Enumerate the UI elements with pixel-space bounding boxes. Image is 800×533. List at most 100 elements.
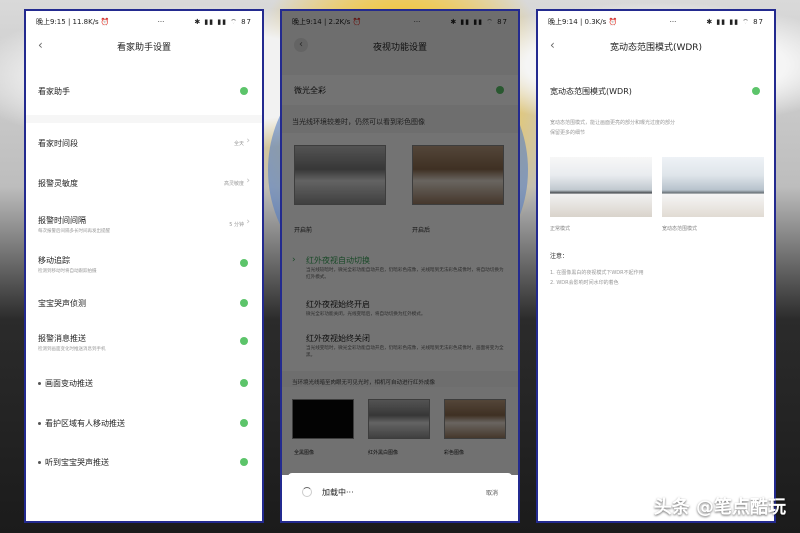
- bullet-dot: [38, 421, 41, 425]
- phone-screen-night-vision: 晚上9:14 | 2.2K/s ⏰ ··· ✱ ▮▮ ▮▮ ⌔ 87 ‹ 夜视功…: [280, 9, 520, 523]
- before-label: 开启前: [294, 227, 313, 234]
- normal-mode-label: 正常模式: [550, 226, 571, 232]
- toggle-on[interactable]: [752, 87, 760, 95]
- ir-options-section: › 红外夜视自动切换 当光线较暗时，微光全彩功能自动开启，仍暗彩色成像，光线暗到…: [282, 243, 518, 371]
- setting-label: 宝宝哭声侦测: [38, 298, 86, 308]
- setting-row-alarm-interval[interactable]: 报警时间间隔 每次报警后间隔多长时间再发出提醒 5 分钟 ›: [26, 211, 262, 237]
- wdr-desc-line1: 宽动态范围模式，能让画面更亮的部分和曝光过度的部分: [550, 120, 676, 126]
- setting-row-motion-tracking[interactable]: 移动追踪 检测到移动时将自动跟踪拍摄: [26, 251, 262, 277]
- bullet-dot: [38, 460, 41, 464]
- option-desc: 微光全彩功能关闭，光线变暗后，将自动切换为红外模式。: [306, 312, 426, 317]
- status-time: 晚上9:14 | 2.2K/s ⏰: [292, 18, 362, 26]
- loading-dialog: 加载中··· 取消: [288, 473, 512, 511]
- after-label: 开启后: [412, 227, 431, 234]
- option-desc: 当光线变暗时，微光全彩功能自动开启，仍暗彩色成像，光线暗到无法彩色成像时，画面将…: [306, 346, 504, 358]
- ir-note-text: 当环境光线暗至肉眼无可见光时，相机可自动进行红外成像: [292, 380, 436, 386]
- bullet-dot: [38, 381, 41, 385]
- ir-always-off-option[interactable]: 红外夜视始终关闭: [306, 333, 370, 344]
- phone-screen-wdr: 晚上9:14 | 0.3K/s ⏰ ··· ✱ ▮▮ ▮▮ ⌔ 87 ‹ 宽动态…: [536, 9, 776, 523]
- hint-text: 当光线环境较差时，仍然可以看到彩色图像: [292, 118, 425, 126]
- status-time: 晚上9:14 | 0.3K/s ⏰: [548, 18, 618, 26]
- setting-value: 5 分钟: [229, 221, 244, 228]
- option-desc: 当光线较暗时，微光全彩功能自动开启，仍暗彩色成像，光线暗到无法彩色成像时，将自动…: [306, 268, 504, 280]
- toggle-on[interactable]: [240, 299, 248, 307]
- setting-row-baby-cry[interactable]: 宝宝哭声侦测: [26, 295, 262, 311]
- after-image: [412, 145, 504, 205]
- setting-row-cry-push[interactable]: 听到宝宝哭声推送: [26, 454, 262, 470]
- cancel-button[interactable]: 取消: [486, 488, 498, 497]
- ir-bw-image: [368, 399, 430, 439]
- title-bar: ‹ 夜视功能设置: [282, 33, 518, 59]
- setting-row-frame-change-push[interactable]: 画面变动推送: [26, 375, 262, 391]
- setting-sub: 每次报警后间隔多长时间再发出提醒: [38, 228, 110, 234]
- status-icons: ✱ ▮▮ ▮▮ ⌔ 87: [450, 17, 508, 26]
- wdr-mode-label: 宽动态范围模式: [662, 226, 698, 232]
- setting-sub: 检测到画面变化时推送消息到手机: [38, 346, 106, 352]
- color-image: [444, 399, 506, 439]
- note-line: 1. 在图像黑白的夜视模式下WDR不起作用: [550, 270, 644, 276]
- setting-label: 画面变动推送: [45, 378, 93, 388]
- page-title: 夜视功能设置: [372, 42, 427, 53]
- low-light-color-row[interactable]: 微光全彩: [282, 75, 518, 105]
- toggle-on[interactable]: [240, 337, 248, 345]
- setting-label: 看护区域有人移动推送: [45, 418, 125, 428]
- watermark: 头条 @笔点酷玩: [653, 497, 786, 518]
- back-arrow-icon[interactable]: ‹: [550, 38, 555, 52]
- setting-value: 全天: [233, 140, 244, 147]
- status-icons: ✱ ▮▮ ▮▮ ⌔ 87: [706, 17, 764, 26]
- normal-mode-image: [550, 157, 652, 217]
- toggle-on[interactable]: [240, 87, 248, 95]
- status-bar: 晚上9:14 | 0.3K/s ⏰ ··· ✱ ▮▮ ▮▮ ⌔ 87: [538, 11, 774, 33]
- setting-row-guard-period[interactable]: 看家时间段 全天 ›: [26, 135, 262, 151]
- chevron-right-icon: ›: [292, 255, 296, 265]
- phone-screen-guard-assistant: 晚上9:15 | 11.8K/s ⏰ ··· ✱ ▮▮ ▮▮ ⌔ 87 ‹ 看家…: [24, 9, 264, 523]
- spinner-icon: [302, 487, 312, 497]
- setting-row-guard-assistant[interactable]: 看家助手: [26, 83, 262, 99]
- note-title: 注意：: [550, 253, 569, 260]
- chevron-right-icon: ›: [246, 176, 250, 186]
- setting-row-sensitivity[interactable]: 报警灵敏度 高灵敏度 ›: [26, 175, 262, 191]
- setting-label: 移动追踪: [38, 255, 70, 265]
- toggle-on[interactable]: [240, 458, 248, 466]
- toggle-on[interactable]: [496, 86, 504, 94]
- setting-row-zone-motion-push[interactable]: 看护区域有人移动推送: [26, 415, 262, 431]
- page-title: 宽动态范围模式(WDR): [609, 42, 703, 53]
- chevron-right-icon: ›: [246, 136, 250, 146]
- title-bar: ‹ 宽动态范围模式(WDR): [538, 33, 774, 59]
- black-image: [292, 399, 354, 439]
- setting-row-alarm-push[interactable]: 报警消息推送 检测到画面变化时推送消息到手机: [26, 329, 262, 355]
- toggle-on[interactable]: [240, 259, 248, 267]
- note-line: 2. WDR会影响时间水印的着色: [550, 280, 619, 286]
- toggle-on[interactable]: [240, 419, 248, 427]
- loading-text: 加载中···: [322, 487, 354, 497]
- status-time: 晚上9:15 | 11.8K/s ⏰: [36, 18, 110, 26]
- setting-label: 报警时间间隔: [38, 215, 86, 225]
- title-bar: ‹ 看家助手设置: [26, 33, 262, 59]
- before-after-section: 开启前 开启后: [282, 133, 518, 243]
- toggle-on[interactable]: [240, 379, 248, 387]
- ir-auto-switch-option[interactable]: 红外夜视自动切换: [306, 255, 370, 266]
- status-bar: 晚上9:14 | 2.2K/s ⏰ ··· ✱ ▮▮ ▮▮ ⌔ 87: [282, 11, 518, 33]
- setting-label: 宽动态范围模式(WDR): [550, 86, 632, 96]
- back-arrow-icon[interactable]: ‹: [294, 38, 308, 52]
- thumb-section: 全黑图像 红外黑白图像 彩色图像: [282, 387, 518, 475]
- section-divider: [26, 115, 262, 123]
- setting-label: 微光全彩: [294, 86, 326, 95]
- status-dots: ···: [669, 18, 677, 26]
- back-arrow-icon[interactable]: ‹: [38, 38, 43, 52]
- wdr-mode-image: [662, 157, 764, 217]
- thumb-label: 彩色图像: [444, 450, 465, 456]
- status-dots: ···: [413, 18, 421, 26]
- status-bar: 晚上9:15 | 11.8K/s ⏰ ··· ✱ ▮▮ ▮▮ ⌔ 87: [26, 11, 262, 33]
- setting-label: 报警灵敏度: [38, 178, 78, 188]
- thumb-label: 全黑图像: [294, 450, 315, 456]
- thumb-label: 红外黑白图像: [368, 450, 399, 456]
- before-image: [294, 145, 386, 205]
- setting-sub: 检测到移动时将自动跟踪拍摄: [38, 268, 97, 274]
- chevron-right-icon: ›: [246, 217, 250, 227]
- setting-value: 高灵敏度: [223, 180, 244, 187]
- setting-label: 听到宝宝哭声推送: [45, 457, 109, 467]
- setting-label: 看家时间段: [38, 138, 78, 148]
- ir-always-on-option[interactable]: 红外夜视始终开启: [306, 299, 370, 310]
- setting-row-wdr[interactable]: 宽动态范围模式(WDR): [538, 83, 774, 99]
